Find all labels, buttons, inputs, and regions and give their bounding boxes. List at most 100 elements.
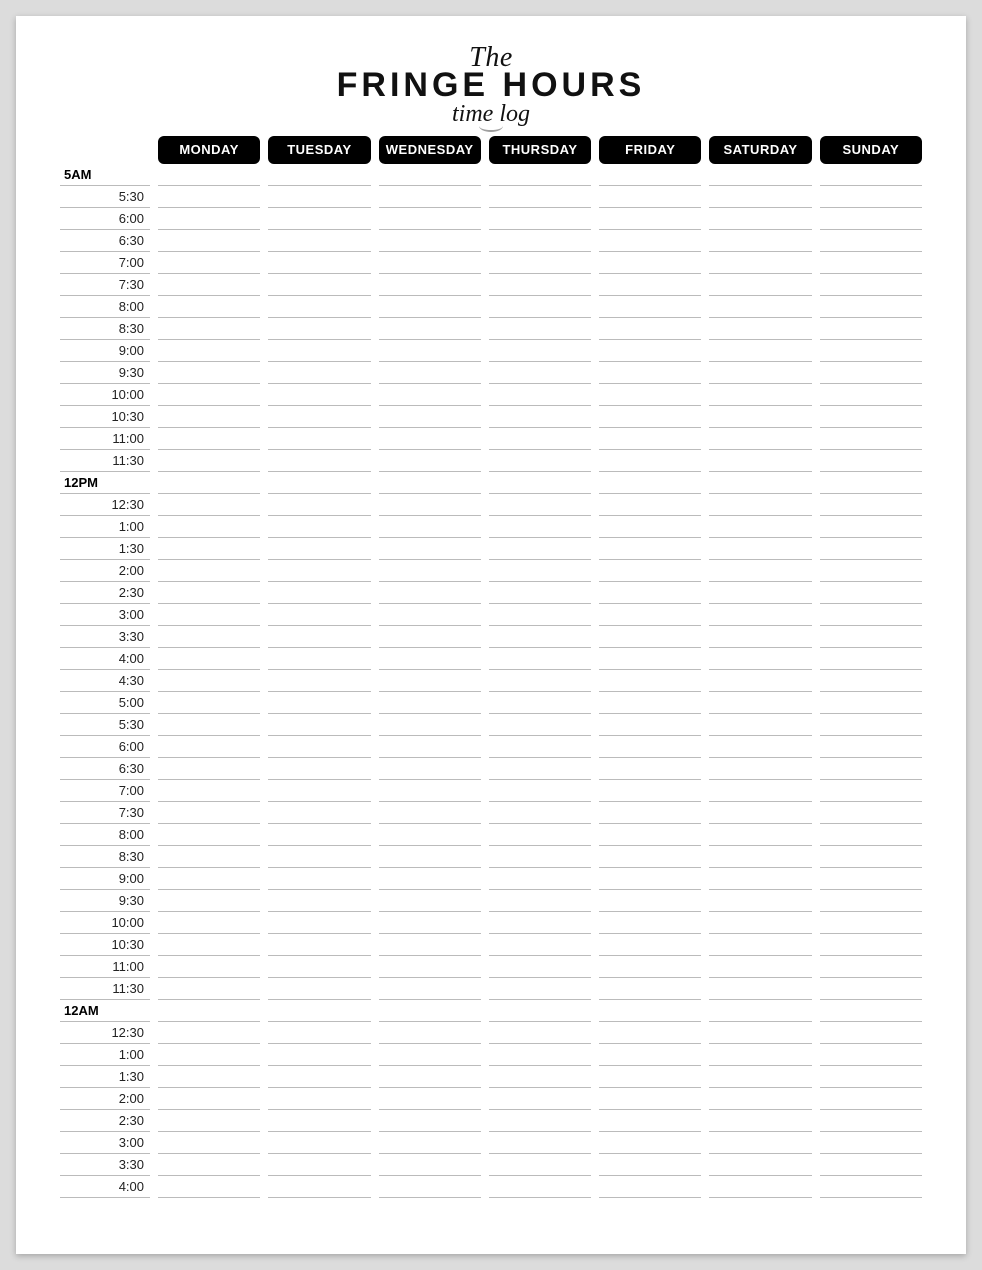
time-cell[interactable] xyxy=(268,208,370,230)
time-cell[interactable] xyxy=(599,912,701,934)
time-cell[interactable] xyxy=(599,230,701,252)
time-cell[interactable] xyxy=(820,1066,922,1088)
time-cell[interactable] xyxy=(599,362,701,384)
time-cell[interactable] xyxy=(379,406,481,428)
time-cell[interactable] xyxy=(268,1066,370,1088)
time-cell[interactable] xyxy=(158,824,260,846)
time-cell[interactable] xyxy=(709,538,811,560)
time-cell[interactable] xyxy=(599,736,701,758)
time-cell[interactable] xyxy=(820,1176,922,1198)
time-cell[interactable] xyxy=(379,538,481,560)
time-cell[interactable] xyxy=(709,516,811,538)
time-cell[interactable] xyxy=(820,802,922,824)
time-cell[interactable] xyxy=(599,1110,701,1132)
time-cell[interactable] xyxy=(379,1088,481,1110)
time-cell[interactable] xyxy=(489,1110,591,1132)
time-cell[interactable] xyxy=(820,780,922,802)
time-cell[interactable] xyxy=(489,648,591,670)
time-cell[interactable] xyxy=(709,934,811,956)
time-cell[interactable] xyxy=(709,956,811,978)
time-cell[interactable] xyxy=(158,890,260,912)
time-cell[interactable] xyxy=(268,912,370,934)
time-cell[interactable] xyxy=(158,758,260,780)
time-cell[interactable] xyxy=(709,648,811,670)
time-cell[interactable] xyxy=(709,670,811,692)
time-cell[interactable] xyxy=(489,1066,591,1088)
time-cell[interactable] xyxy=(820,934,922,956)
time-cell[interactable] xyxy=(709,384,811,406)
time-cell[interactable] xyxy=(268,1088,370,1110)
time-cell[interactable] xyxy=(379,1066,481,1088)
time-cell[interactable] xyxy=(268,1000,370,1022)
time-cell[interactable] xyxy=(158,538,260,560)
time-cell[interactable] xyxy=(709,208,811,230)
time-cell[interactable] xyxy=(379,582,481,604)
time-cell[interactable] xyxy=(158,472,260,494)
time-cell[interactable] xyxy=(158,516,260,538)
time-cell[interactable] xyxy=(709,252,811,274)
time-cell[interactable] xyxy=(379,1110,481,1132)
time-cell[interactable] xyxy=(489,384,591,406)
time-cell[interactable] xyxy=(599,164,701,186)
time-cell[interactable] xyxy=(820,1154,922,1176)
time-cell[interactable] xyxy=(379,1000,481,1022)
time-cell[interactable] xyxy=(489,1044,591,1066)
time-cell[interactable] xyxy=(489,956,591,978)
time-cell[interactable] xyxy=(599,846,701,868)
time-cell[interactable] xyxy=(599,604,701,626)
time-cell[interactable] xyxy=(489,494,591,516)
time-cell[interactable] xyxy=(709,1044,811,1066)
time-cell[interactable] xyxy=(709,406,811,428)
time-cell[interactable] xyxy=(709,1154,811,1176)
time-cell[interactable] xyxy=(709,230,811,252)
time-cell[interactable] xyxy=(379,802,481,824)
time-cell[interactable] xyxy=(158,406,260,428)
time-cell[interactable] xyxy=(489,164,591,186)
time-cell[interactable] xyxy=(820,670,922,692)
time-cell[interactable] xyxy=(268,538,370,560)
time-cell[interactable] xyxy=(489,450,591,472)
time-cell[interactable] xyxy=(599,648,701,670)
time-cell[interactable] xyxy=(268,230,370,252)
time-cell[interactable] xyxy=(379,956,481,978)
time-cell[interactable] xyxy=(489,736,591,758)
time-cell[interactable] xyxy=(489,1088,591,1110)
time-cell[interactable] xyxy=(599,384,701,406)
time-cell[interactable] xyxy=(489,582,591,604)
time-cell[interactable] xyxy=(158,450,260,472)
time-cell[interactable] xyxy=(379,670,481,692)
time-cell[interactable] xyxy=(379,824,481,846)
time-cell[interactable] xyxy=(489,186,591,208)
time-cell[interactable] xyxy=(709,186,811,208)
time-cell[interactable] xyxy=(268,714,370,736)
time-cell[interactable] xyxy=(158,1132,260,1154)
time-cell[interactable] xyxy=(820,582,922,604)
time-cell[interactable] xyxy=(379,230,481,252)
time-cell[interactable] xyxy=(379,428,481,450)
time-cell[interactable] xyxy=(379,626,481,648)
time-cell[interactable] xyxy=(268,1132,370,1154)
time-cell[interactable] xyxy=(599,1176,701,1198)
time-cell[interactable] xyxy=(820,956,922,978)
time-cell[interactable] xyxy=(599,1000,701,1022)
time-cell[interactable] xyxy=(379,846,481,868)
time-cell[interactable] xyxy=(820,164,922,186)
time-cell[interactable] xyxy=(820,912,922,934)
time-cell[interactable] xyxy=(599,582,701,604)
time-cell[interactable] xyxy=(599,1044,701,1066)
time-cell[interactable] xyxy=(820,274,922,296)
time-cell[interactable] xyxy=(709,296,811,318)
time-cell[interactable] xyxy=(709,758,811,780)
time-cell[interactable] xyxy=(158,274,260,296)
time-cell[interactable] xyxy=(489,560,591,582)
time-cell[interactable] xyxy=(158,846,260,868)
time-cell[interactable] xyxy=(709,560,811,582)
time-cell[interactable] xyxy=(158,626,260,648)
time-cell[interactable] xyxy=(268,362,370,384)
time-cell[interactable] xyxy=(158,340,260,362)
time-cell[interactable] xyxy=(158,428,260,450)
time-cell[interactable] xyxy=(599,450,701,472)
time-cell[interactable] xyxy=(489,296,591,318)
time-cell[interactable] xyxy=(709,802,811,824)
time-cell[interactable] xyxy=(489,406,591,428)
